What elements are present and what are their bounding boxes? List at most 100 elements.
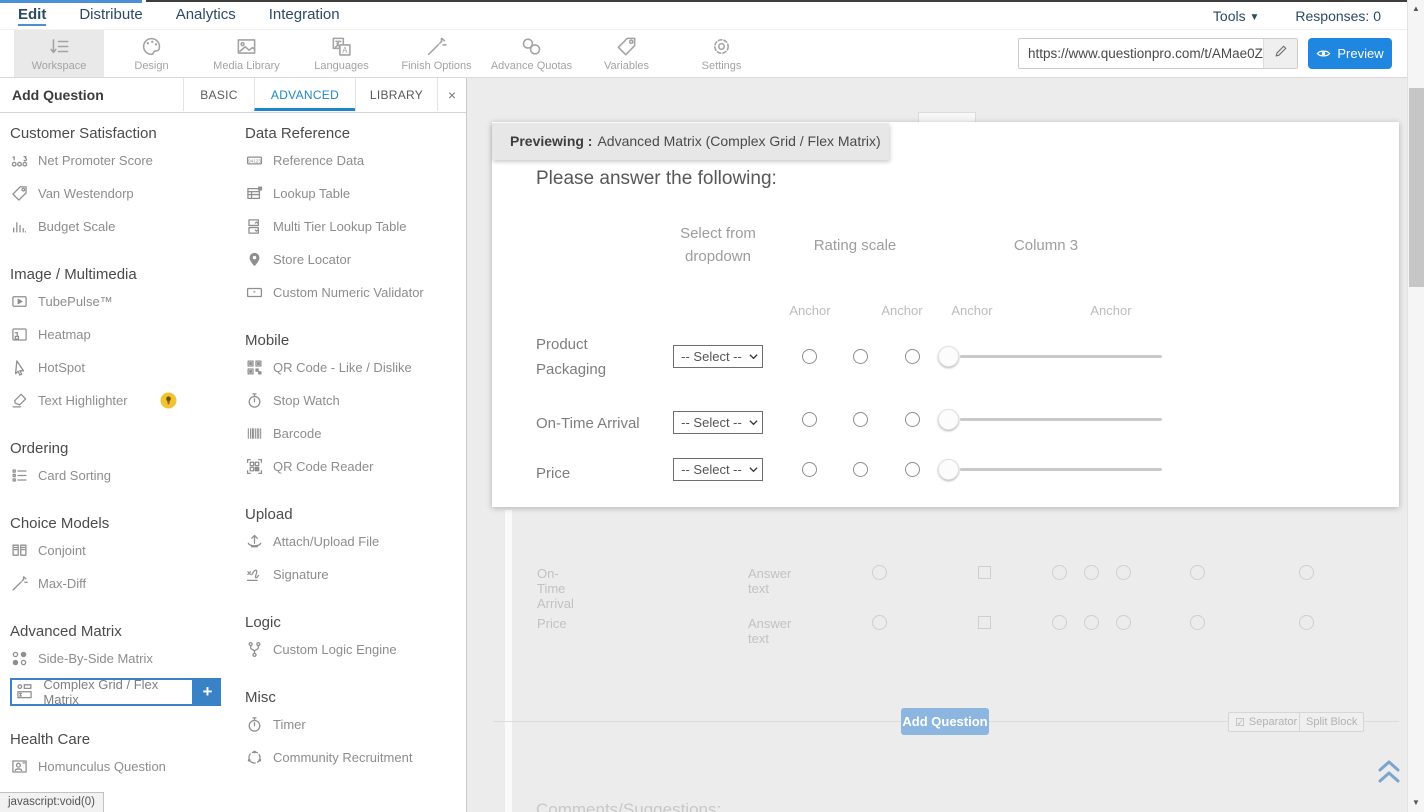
scrollbar-down-arrow[interactable]: ▼ bbox=[1408, 795, 1424, 811]
tab-library[interactable]: LIBRARY bbox=[355, 78, 437, 111]
sidebar-item-side-by-side-matrix[interactable]: Side-By-Side Matrix bbox=[10, 642, 234, 675]
add-question-panel: Add Question BASICADVANCEDLIBRARY × Cust… bbox=[0, 78, 467, 812]
matrix-radio-on-time-arrival-3[interactable] bbox=[905, 412, 920, 427]
matrix-slider-track-product-packaging[interactable] bbox=[960, 355, 1162, 358]
matrix-radio-price-1[interactable] bbox=[802, 462, 817, 477]
matrix-slider-handle-price[interactable] bbox=[938, 459, 959, 480]
nav-items: Edit Distribute Analytics Integration bbox=[18, 6, 373, 26]
pin-icon bbox=[245, 251, 263, 269]
matrix-radio-product-packaging-3[interactable] bbox=[905, 349, 920, 364]
sidebar-item-attach-upload-file[interactable]: Attach/Upload File bbox=[245, 525, 463, 558]
scrollbar-up-arrow[interactable]: ▲ bbox=[1408, 1, 1424, 17]
matrix-slider-track-on-time-arrival[interactable] bbox=[960, 418, 1162, 421]
comments-question-label: Comments/Suggestions: bbox=[536, 800, 721, 812]
languages-icon: A bbox=[331, 36, 352, 57]
nav-item-edit[interactable]: Edit bbox=[18, 6, 46, 26]
toolbar-button-settings[interactable]: Settings bbox=[674, 30, 769, 77]
edit-url-button[interactable] bbox=[1263, 39, 1297, 68]
sidebar-item-text-highlighter[interactable]: Text Highlighter bbox=[10, 384, 234, 417]
matrix-radio-product-packaging-1[interactable] bbox=[802, 349, 817, 364]
sidebar-item-reference-data[interactable]: 94123Reference Data bbox=[245, 144, 463, 177]
matrix-anchor-label-1: Anchor bbox=[775, 303, 845, 318]
sidebar-item-timer[interactable]: Timer bbox=[245, 708, 463, 741]
matrix-column-header-1: Select from dropdown bbox=[658, 222, 778, 268]
separator-label: Separator bbox=[1249, 716, 1297, 728]
matrix-radio-product-packaging-2[interactable] bbox=[853, 349, 868, 364]
close-icon[interactable]: × bbox=[437, 78, 466, 111]
section-title-advanced-matrix: Advanced Matrix bbox=[10, 622, 234, 642]
bg-checkbox-on-time-arrival bbox=[978, 566, 991, 579]
sidebar-item-tubepulse[interactable]: TubePulse™ bbox=[10, 285, 234, 318]
matrix-slider-handle-product-packaging[interactable] bbox=[938, 346, 959, 367]
toolbar-button-workspace[interactable]: Workspace bbox=[14, 30, 104, 77]
sidebar-item-barcode[interactable]: Barcode bbox=[245, 417, 463, 450]
previewing-question-type: Advanced Matrix (Complex Grid / Flex Mat… bbox=[597, 133, 880, 149]
add-question-button[interactable]: Add Question bbox=[901, 708, 989, 735]
premium-badge-icon bbox=[160, 392, 177, 409]
matrix-column-header-3: Column 3 bbox=[986, 234, 1106, 257]
toolbar-button-languages[interactable]: ALanguages bbox=[294, 30, 389, 77]
toolbar: WorkspaceDesignMedia LibraryALanguagesFi… bbox=[0, 30, 1407, 78]
sidebar-item-qr-code-reader[interactable]: QR Code Reader bbox=[245, 450, 463, 483]
toolbar-button-advance-quotas[interactable]: Advance Quotas bbox=[484, 30, 579, 77]
sidebar-item-hotspot[interactable]: HotSpot bbox=[10, 351, 234, 384]
tab-advanced[interactable]: ADVANCED bbox=[254, 78, 355, 111]
stopwatch-icon bbox=[245, 716, 263, 734]
sidebar-item-conjoint[interactable]: Conjoint bbox=[10, 534, 234, 567]
item-label: QR Code Reader bbox=[273, 459, 373, 474]
sidebar-item-store-locator[interactable]: Store Locator bbox=[245, 243, 463, 276]
sidebar-item-budget-scale[interactable]: Budget Scale bbox=[10, 210, 234, 243]
matrix-select-price[interactable]: -- Select -- bbox=[673, 458, 763, 481]
bg-row-label-price: Price bbox=[537, 616, 567, 631]
matrix-radio-price-2[interactable] bbox=[853, 462, 868, 477]
matrix-row-label-product-packaging: Product Packaging bbox=[536, 332, 618, 382]
sidebar-item-homunculus-question[interactable]: Homunculus Question bbox=[10, 750, 234, 783]
nav-item-integration[interactable]: Integration bbox=[269, 6, 340, 26]
toolbar-button-variables[interactable]: Variables bbox=[579, 30, 674, 77]
tag-icon bbox=[10, 185, 28, 203]
matrix-select-on-time-arrival[interactable]: -- Select -- bbox=[673, 411, 763, 434]
nav-item-distribute[interactable]: Distribute bbox=[79, 6, 142, 26]
grid-flex-icon bbox=[16, 683, 33, 701]
matrix-radio-on-time-arrival-1[interactable] bbox=[802, 412, 817, 427]
svg-text:94123: 94123 bbox=[248, 158, 261, 163]
tab-basic[interactable]: BASIC bbox=[183, 78, 254, 111]
sidebar-item-net-promoter-score[interactable]: Net Promoter Score bbox=[10, 144, 234, 177]
bg-radio-price-3 bbox=[1084, 615, 1099, 630]
toolbar-button-media-library[interactable]: Media Library bbox=[199, 30, 294, 77]
add-complex-grid-flex-matrix-button[interactable]: + bbox=[194, 678, 221, 706]
item-label: HotSpot bbox=[38, 360, 85, 375]
chevron-down-icon: ▼ bbox=[1249, 12, 1259, 23]
sidebar-item-custom-numeric-validator[interactable]: *Custom Numeric Validator bbox=[245, 276, 463, 309]
sidebar-item-complex-grid-flex-matrix[interactable]: Complex Grid / Flex Matrix bbox=[10, 678, 194, 706]
sidebar-item-community-recruitment[interactable]: Community Recruitment bbox=[245, 741, 463, 774]
sidebar-item-stop-watch[interactable]: Stop Watch bbox=[245, 384, 463, 417]
vertical-scrollbar[interactable]: ▲ ▼ bbox=[1407, 0, 1424, 812]
sidebar-item-qr-code-like-dislike[interactable]: QR Code - Like / Dislike bbox=[245, 351, 463, 384]
scrollbar-thumb[interactable] bbox=[1409, 88, 1424, 287]
sidebar-item-custom-logic-engine[interactable]: Custom Logic Engine bbox=[245, 633, 463, 666]
sidebar-item-signature[interactable]: Signature bbox=[245, 558, 463, 591]
preview-button[interactable]: Preview bbox=[1308, 38, 1392, 69]
toolbar-buttons: WorkspaceDesignMedia LibraryALanguagesFi… bbox=[14, 30, 769, 77]
matrix-slider-track-price[interactable] bbox=[960, 468, 1162, 471]
sidebar-item-multi-tier-lookup-table[interactable]: Multi Tier Lookup Table bbox=[245, 210, 463, 243]
sidebar-item-lookup-table[interactable]: Lookup Table bbox=[245, 177, 463, 210]
sidebar-item-max-diff[interactable]: Max-Diff bbox=[10, 567, 234, 600]
tools-dropdown[interactable]: Tools ▼ bbox=[1213, 8, 1259, 24]
split-block-button[interactable]: Split Block bbox=[1299, 712, 1364, 732]
matrix-slider-handle-on-time-arrival[interactable] bbox=[938, 409, 959, 430]
cursor-icon bbox=[10, 359, 28, 377]
nav-item-analytics[interactable]: Analytics bbox=[176, 6, 236, 26]
toolbar-button-finish-options[interactable]: Finish Options bbox=[389, 30, 484, 77]
sidebar-item-van-westendorp[interactable]: Van Westendorp bbox=[10, 177, 234, 210]
sidebar-item-heatmap[interactable]: Heatmap bbox=[10, 318, 234, 351]
separator-toggle[interactable]: ☑ Separator bbox=[1228, 712, 1304, 732]
matrix-select-product-packaging[interactable]: -- Select -- bbox=[673, 345, 763, 368]
survey-url-input[interactable]: https://www.questionpro.com/t/AMae0Zhr bbox=[1019, 46, 1263, 61]
sidebar-item-card-sorting[interactable]: Card Sorting bbox=[10, 459, 234, 492]
toolbar-button-design[interactable]: Design bbox=[104, 30, 199, 77]
matrix-radio-price-3[interactable] bbox=[905, 462, 920, 477]
matrix-radio-on-time-arrival-2[interactable] bbox=[853, 412, 868, 427]
scroll-to-top-button[interactable] bbox=[1375, 758, 1403, 790]
